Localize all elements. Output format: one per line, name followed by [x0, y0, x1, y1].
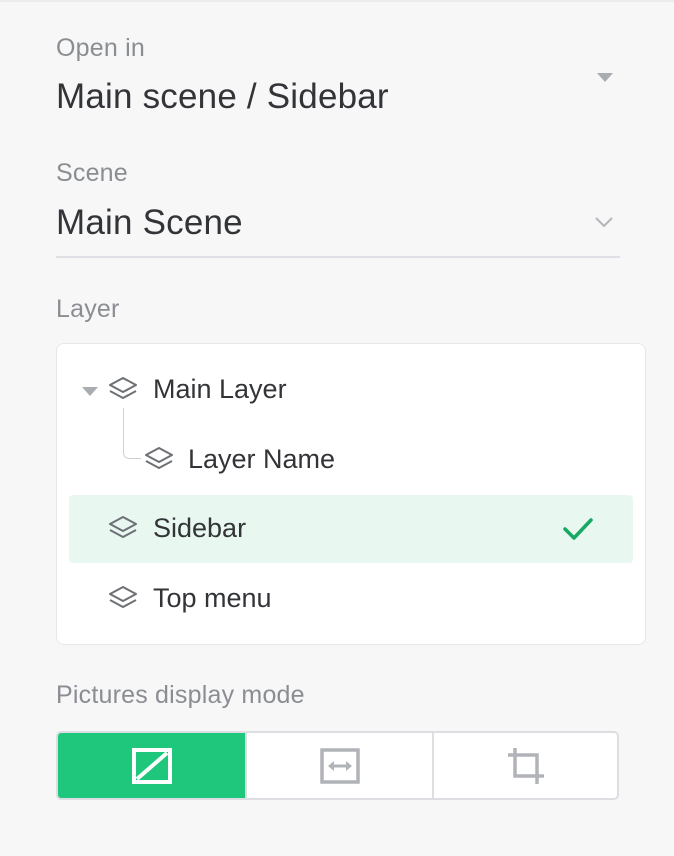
open-in-label: Open in — [56, 34, 145, 62]
crop-icon — [507, 747, 544, 784]
open-in-dropdown[interactable]: Main scene / Sidebar — [56, 70, 620, 130]
layer-item-label: Main Layer — [153, 374, 287, 404]
layer-item-label: Sidebar — [153, 513, 247, 543]
scene-label: Scene — [56, 159, 128, 187]
display-mode-label: Pictures display mode — [56, 681, 305, 709]
chevron-down-icon — [595, 217, 613, 227]
layers-icon — [109, 516, 137, 538]
expand-caret-icon[interactable] — [82, 387, 98, 396]
no-scale-icon — [131, 747, 172, 784]
scene-dropdown[interactable]: Main Scene — [56, 196, 620, 254]
layer-item-label: Layer Name — [188, 444, 336, 474]
fit-width-icon — [319, 747, 360, 784]
layers-icon — [109, 377, 137, 399]
layer-item-layer-name[interactable]: Layer Name — [69, 426, 633, 494]
layers-icon — [109, 586, 137, 608]
display-mode-fit-width-button[interactable] — [247, 733, 432, 798]
layer-tree: Main Layer Layer Name Sidebar Top menu — [56, 343, 646, 645]
layer-item-label: Top menu — [153, 583, 272, 613]
layer-item-sidebar[interactable]: Sidebar — [69, 495, 633, 563]
layers-icon — [145, 447, 173, 469]
panel-top-edge — [0, 0, 674, 2]
open-in-value: Main scene / Sidebar — [56, 77, 389, 116]
check-icon — [563, 518, 593, 540]
layer-item-main-layer[interactable]: Main Layer — [69, 356, 633, 424]
display-mode-segmented-control — [56, 731, 619, 800]
display-mode-crop-button[interactable] — [434, 733, 617, 798]
layer-item-top-menu[interactable]: Top menu — [69, 565, 633, 633]
caret-down-icon — [597, 73, 613, 82]
scene-underline — [56, 256, 620, 258]
display-mode-original-button[interactable] — [58, 733, 245, 798]
scene-value: Main Scene — [56, 203, 243, 242]
layer-label: Layer — [56, 295, 120, 323]
